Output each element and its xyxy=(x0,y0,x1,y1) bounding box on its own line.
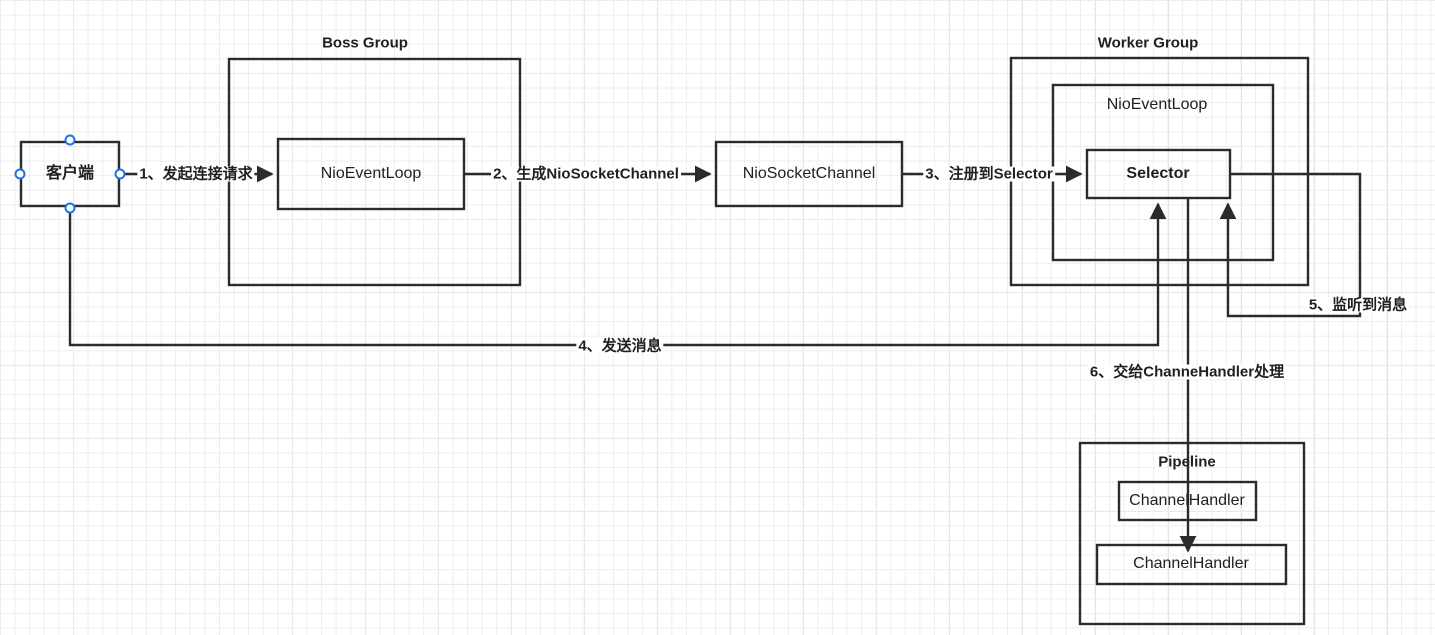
node-selector-label: Selector xyxy=(1126,165,1190,182)
client-handle-top[interactable] xyxy=(64,134,76,146)
client-handle-left[interactable] xyxy=(14,168,26,180)
node-client-label: 客户端 xyxy=(45,165,95,182)
node-nio-socket-channel-label: NioSocketChannel xyxy=(742,165,876,182)
edge-step1-label: 1、发起连接请求 xyxy=(137,165,255,183)
edge-step2-label: 2、生成NioSocketChannel xyxy=(491,165,681,183)
node-boss-event-loop-label: NioEventLoop xyxy=(320,165,422,182)
diagram-canvas: 客户端 Boss Group NioEventLoop NioSocketCha… xyxy=(0,0,1435,635)
node-worker-event-loop-label: NioEventLoop xyxy=(1106,96,1208,113)
edge-step5-label: 5、监听到消息 xyxy=(1306,296,1410,314)
edge-step4-label: 4、发送消息 xyxy=(576,337,664,355)
node-boss-group-label: Boss Group xyxy=(322,34,408,52)
client-handle-right[interactable] xyxy=(114,168,126,180)
edge-step6-label: 6、交给ChanneHandler处理 xyxy=(1087,363,1287,381)
node-pipeline-label: Pipeline xyxy=(1158,453,1216,471)
diagram-connectors xyxy=(14,56,1362,626)
edge-step3-label: 3、注册到Selector xyxy=(923,165,1055,183)
node-channel-handler-2-label: ChannelHandler xyxy=(1133,555,1249,572)
edge-step4-line[interactable] xyxy=(68,202,1167,347)
edge-step5-line[interactable] xyxy=(1219,172,1362,318)
client-handle-bottom[interactable] xyxy=(64,202,76,214)
node-channel-handler-1-label: ChannelHandler xyxy=(1129,492,1245,509)
node-worker-group-label: Worker Group xyxy=(1097,34,1199,52)
